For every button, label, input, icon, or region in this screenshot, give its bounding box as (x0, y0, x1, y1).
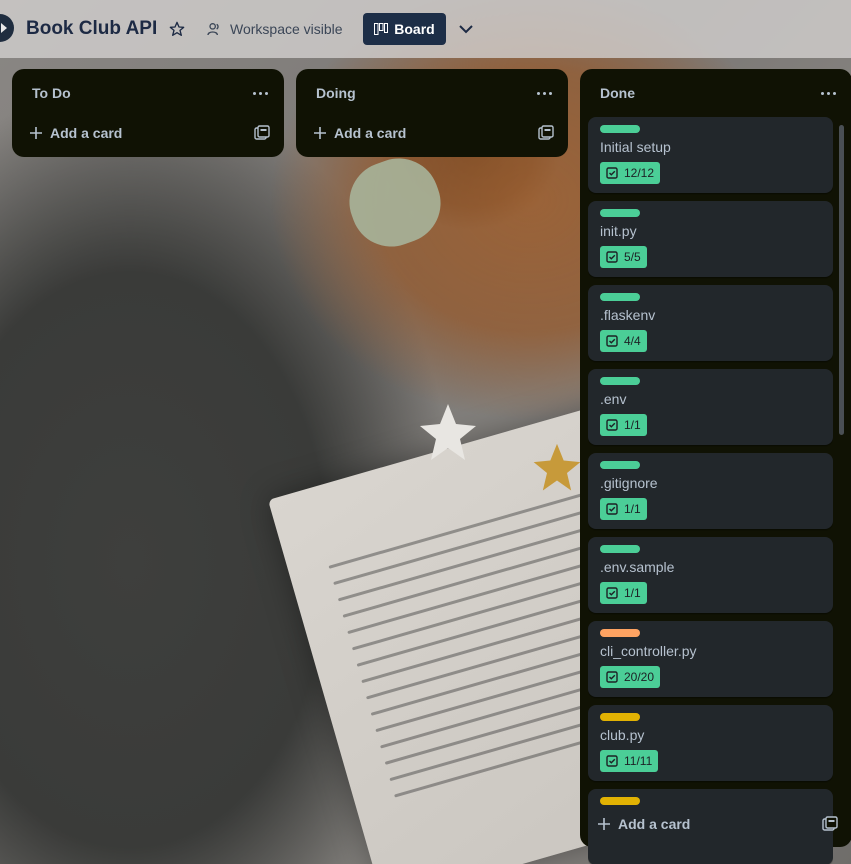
checklist-count: 1/1 (624, 586, 641, 600)
card-title: cli_controller.py (600, 643, 697, 659)
list-title[interactable]: To Do (32, 85, 71, 101)
background-mug (338, 147, 452, 258)
checkbox-icon (606, 503, 618, 515)
checklist-count: 1/1 (624, 502, 641, 516)
checkbox-icon (606, 251, 618, 263)
list-menu-button[interactable] (532, 81, 556, 105)
add-card-label: Add a card (50, 125, 123, 141)
checklist-count: 20/20 (624, 670, 655, 684)
card[interactable]: club.py 11/11 (588, 705, 833, 781)
card-template-icon[interactable] (254, 125, 270, 141)
add-card-label: Add a card (618, 816, 691, 832)
card-label-chip[interactable] (600, 209, 640, 217)
list-menu-button[interactable] (248, 81, 272, 105)
board-view-button[interactable]: Board (363, 13, 446, 45)
card[interactable]: cli_controller.py 20/20 (588, 621, 833, 697)
checklist-count: 1/1 (624, 418, 641, 432)
card[interactable]: .flaskenv 4/4 (588, 285, 833, 361)
checkbox-icon (606, 755, 618, 767)
checklist-count: 5/5 (624, 250, 641, 264)
board-header: Book Club API Workspace visible Board (0, 0, 851, 58)
checkbox-icon (606, 167, 618, 179)
card-title: Initial setup (600, 139, 671, 155)
people-icon (207, 23, 219, 36)
checklist-badge: 5/5 (600, 246, 647, 268)
checklist-badge: 1/1 (600, 414, 647, 436)
checklist-badge: 20/20 (600, 666, 661, 688)
star-icon (169, 21, 185, 36)
checkbox-icon (606, 335, 618, 347)
card[interactable]: .env 1/1 (588, 369, 833, 445)
card-title: .env (600, 391, 627, 407)
visibility-label: Workspace visible (230, 21, 343, 37)
card-label-chip[interactable] (600, 629, 640, 637)
checklist-badge: 1/1 (600, 582, 647, 604)
card-list[interactable]: Initial setup 12/12 init.py 5/5 .flasken… (588, 117, 833, 864)
plus-icon (30, 127, 42, 139)
card[interactable]: .env.sample 1/1 (588, 537, 833, 613)
card-label-chip[interactable] (600, 545, 640, 553)
card-title: .flaskenv (600, 307, 656, 323)
card[interactable]: init.py 5/5 (588, 201, 833, 277)
board-title[interactable]: Book Club API (26, 18, 157, 40)
add-card-button[interactable]: Add a card (588, 808, 690, 840)
checkbox-icon (606, 419, 618, 431)
checklist-count: 11/11 (624, 754, 653, 768)
checklist-badge: 1/1 (600, 498, 647, 520)
checklist-badge: 12/12 (600, 162, 661, 184)
chevron-down-icon (459, 25, 473, 34)
view-switcher-button[interactable] (454, 17, 478, 41)
card-template-icon[interactable] (822, 816, 838, 832)
list-title[interactable]: Doing (316, 85, 356, 101)
plus-icon (598, 818, 610, 830)
checklist-count: 12/12 (624, 166, 655, 180)
checkbox-icon (606, 587, 618, 599)
card[interactable]: Initial setup 12/12 (588, 117, 833, 193)
card-title: club.py (600, 727, 645, 743)
card-label-chip[interactable] (600, 713, 640, 721)
card-label-chip[interactable] (600, 293, 640, 301)
checklist-badge: 11/11 (600, 750, 659, 772)
board-view-label: Board (394, 21, 435, 37)
star-board-button[interactable] (166, 18, 188, 40)
card-title: init.py (600, 223, 637, 239)
card-label-chip[interactable] (600, 461, 640, 469)
card-label-chip[interactable] (600, 377, 640, 385)
list-doing: Doing Add a card (296, 69, 568, 157)
checklist-count: 4/4 (624, 334, 641, 348)
card-template-icon[interactable] (538, 125, 554, 141)
add-card-label: Add a card (334, 125, 407, 141)
plus-icon (314, 127, 326, 139)
cards-scrollbar[interactable] (838, 117, 844, 864)
checklist-badge: 4/4 (600, 330, 647, 352)
board-icon (374, 23, 389, 35)
card-label-chip[interactable] (600, 125, 640, 133)
card-label-chip[interactable] (600, 797, 640, 805)
card[interactable]: .gitignore 1/1 (588, 453, 833, 529)
visibility-button[interactable]: Workspace visible (206, 14, 343, 44)
sidebar-toggle-button[interactable] (0, 14, 14, 42)
cards-scrollbar-thumb[interactable] (839, 125, 844, 435)
list-menu-button[interactable] (816, 81, 840, 105)
add-card-button[interactable]: Add a card (20, 117, 122, 149)
list-todo: To Do Add a card (12, 69, 284, 157)
list-done: Done Initial setup 12/12 init.py 5/5 .fl… (580, 69, 851, 864)
card-title: .gitignore (600, 475, 658, 491)
card-title: .env.sample (600, 559, 675, 575)
add-card-button[interactable]: Add a card (304, 117, 406, 149)
checkbox-icon (606, 671, 618, 683)
list-title[interactable]: Done (600, 85, 635, 101)
